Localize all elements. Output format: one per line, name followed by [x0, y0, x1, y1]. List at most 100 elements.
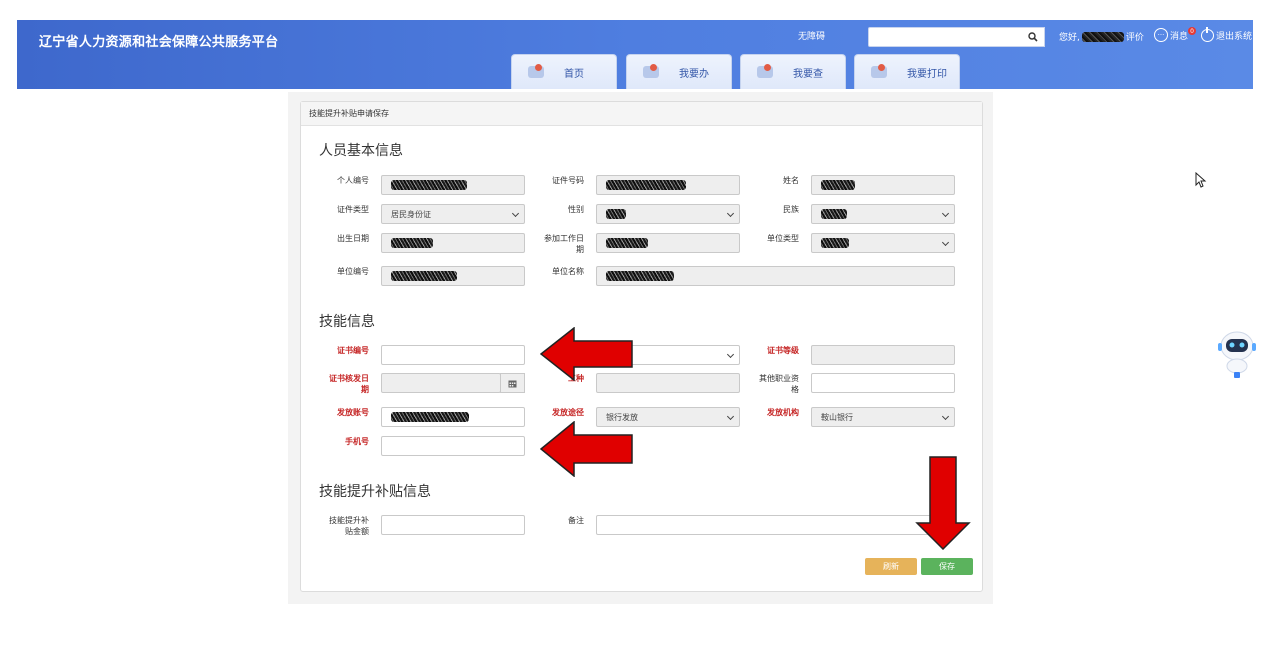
tab-label: 我要打印 [907, 68, 947, 80]
redacted-value [821, 180, 855, 190]
redacted-value [606, 209, 626, 219]
user-greeting: 您好, 评价 [1059, 30, 1144, 43]
section-subsidy-title: 技能提升补贴信息 [319, 484, 431, 500]
site-title: 辽宁省人力资源和社会保障公共服务平台 [39, 35, 279, 50]
redacted-value [821, 209, 847, 219]
search-input[interactable] [868, 27, 1045, 47]
message-icon[interactable]: ··· [1154, 28, 1168, 42]
unit-type-select[interactable] [811, 233, 955, 253]
work-start-date-field [596, 233, 740, 253]
annotation-arrow-down-icon [915, 456, 971, 550]
label-ethnicity: 民族 [783, 205, 799, 214]
chevron-down-icon [726, 412, 735, 421]
logout-link[interactable]: 退出系统 [1216, 29, 1252, 42]
search-button[interactable] [1022, 27, 1045, 47]
chevron-down-icon [941, 238, 950, 247]
robot-assistant-icon[interactable] [1216, 328, 1256, 384]
ethnicity-select[interactable] [811, 204, 955, 224]
label-remark: 备注 [568, 516, 584, 525]
cert-issue-date-field [381, 373, 501, 393]
calendar-icon [508, 380, 517, 387]
chevron-down-icon [726, 209, 735, 218]
accessibility-link[interactable]: 无障碍 [798, 29, 825, 42]
print-tab-icon [869, 63, 895, 81]
annotation-arrow-left-icon [540, 327, 633, 381]
unit-name-field [596, 266, 955, 286]
remark-input[interactable] [596, 515, 955, 535]
pay-institution-value: 鞍山银行 [821, 412, 853, 422]
refresh-button[interactable]: 刷新 [865, 558, 917, 575]
id-type-select[interactable]: 居民身份证 [381, 204, 525, 224]
tab-label: 我要办 [679, 68, 709, 80]
chevron-down-icon [726, 350, 735, 359]
name-field [811, 175, 955, 195]
redacted-value [391, 238, 433, 248]
redacted-value [391, 180, 467, 190]
messages-link[interactable]: 消息 [1170, 29, 1188, 42]
birth-date-field [381, 233, 525, 253]
tab-label: 我要查 [793, 68, 823, 80]
cursor-icon [1195, 172, 1207, 188]
panel-heading: 技能提升补贴申请保存 [301, 102, 982, 126]
phone-input[interactable] [381, 436, 525, 456]
label-unit-name: 单位名称 [552, 267, 584, 276]
section-skill-title: 技能信息 [319, 314, 375, 330]
message-area: ··· 消息 0 退出系统 [1154, 26, 1252, 42]
calendar-button[interactable] [500, 373, 525, 393]
tab-label: 首页 [564, 68, 584, 80]
greeting-text: 您好, [1059, 33, 1080, 43]
site-header: 辽宁省人力资源和社会保障公共服务平台 无障碍 您好, 评价 ··· 消息 0 退… [17, 20, 1253, 89]
label-person-no: 个人编号 [337, 176, 369, 185]
message-count-badge: 0 [1188, 27, 1197, 35]
query-tab-icon [755, 63, 781, 81]
chevron-down-icon [941, 209, 950, 218]
tab-print[interactable]: 我要打印 [854, 54, 960, 89]
save-button[interactable]: 保存 [921, 558, 973, 575]
tab-apply[interactable]: 我要办 [626, 54, 732, 89]
redacted-value [391, 271, 457, 281]
review-link[interactable]: 评价 [1126, 30, 1144, 43]
label-unit-no: 单位编号 [337, 267, 369, 276]
label-gender: 性别 [568, 205, 584, 214]
chevron-down-icon [941, 412, 950, 421]
person-no-field [381, 175, 525, 195]
label-cert-level: 证书等级 [767, 346, 799, 355]
other-qualification-input[interactable] [811, 373, 955, 393]
label-phone: 手机号 [345, 437, 369, 446]
label-cert-no: 证书编号 [337, 346, 369, 355]
home-tab-icon [526, 63, 552, 81]
label-unit-type: 单位类型 [767, 234, 799, 243]
gender-select[interactable] [596, 204, 740, 224]
apply-tab-icon [641, 63, 667, 81]
section-basic-title: 人员基本信息 [319, 143, 403, 159]
label-other-qualification: 其他职业资格 [759, 374, 799, 394]
redacted-value [821, 238, 849, 248]
cert-level-field [811, 345, 955, 365]
redacted-value [606, 271, 674, 281]
unit-no-field [381, 266, 525, 286]
tab-query[interactable]: 我要查 [740, 54, 846, 89]
pay-account-input[interactable] [381, 407, 525, 427]
pay-institution-select[interactable]: 鞍山银行 [811, 407, 955, 427]
label-work-start-date: 参加工作日期 [544, 234, 584, 254]
annotation-arrow-left-icon [540, 421, 633, 477]
redacted-value [391, 412, 469, 422]
subsidy-amount-input[interactable] [381, 515, 525, 535]
tab-home[interactable]: 首页 [511, 54, 617, 89]
power-icon[interactable] [1201, 26, 1215, 42]
chevron-down-icon [511, 209, 520, 218]
id-no-field [596, 175, 740, 195]
label-pay-account: 发放账号 [337, 408, 369, 417]
page: 辽宁省人力资源和社会保障公共服务平台 无障碍 您好, 评价 ··· 消息 0 退… [0, 0, 1280, 646]
id-type-value: 居民身份证 [391, 209, 431, 219]
label-name: 姓名 [783, 176, 799, 185]
label-pay-institution: 发放机构 [767, 408, 799, 417]
label-birth-date: 出生日期 [337, 234, 369, 243]
label-cert-issue-date: 证书核发日期 [329, 374, 369, 394]
redacted-value [606, 238, 648, 248]
redacted-username [1081, 31, 1124, 42]
cert-no-input[interactable] [381, 345, 525, 365]
label-id-no: 证件号码 [552, 176, 584, 185]
label-pay-channel: 发放途径 [552, 408, 584, 417]
search-icon [1028, 32, 1038, 42]
